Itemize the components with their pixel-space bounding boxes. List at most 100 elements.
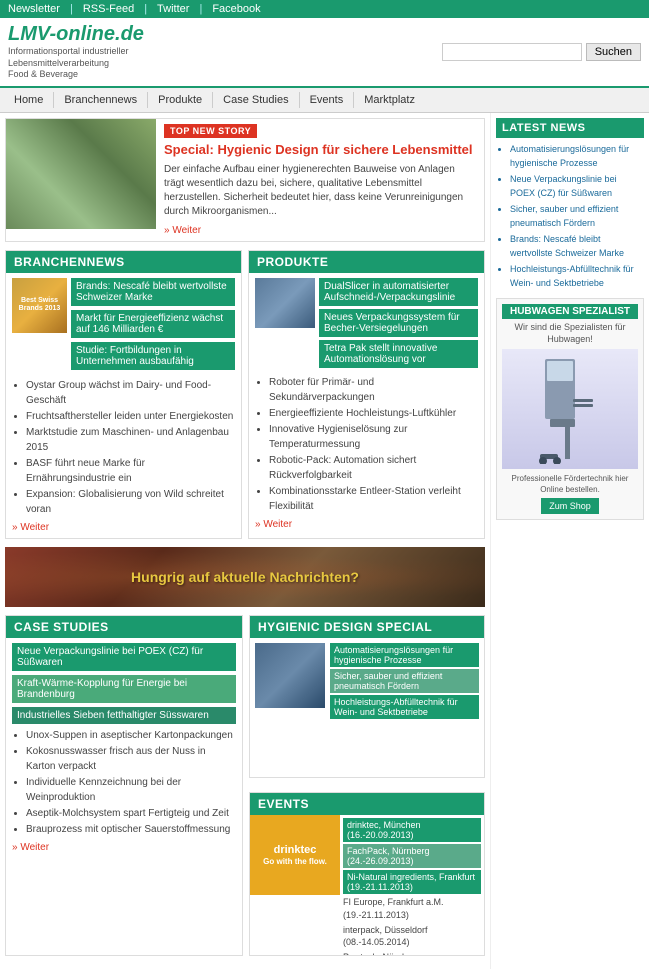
event-plain-3[interactable]: Powtech, Nürnberg (30.09.-02.10.2014) — [343, 951, 481, 956]
search-button[interactable]: Suchen — [586, 43, 641, 61]
produkte-list: Roboter für Primär- und Sekundärverpacku… — [255, 375, 478, 514]
latest-news-item[interactable]: Sicher, sauber und effizient pneumatisch… — [510, 203, 644, 230]
right-lower-col: HYGIENIC DESIGN SPECIAL Automatisierungs… — [249, 615, 485, 956]
branchennews-produkte-row: BRANCHENNEWS Best Swiss Brands 2013 Bran… — [5, 250, 485, 539]
hubwagen-title: HUBWAGEN SPEZIALIST — [502, 304, 638, 319]
hubwagen-icon — [535, 354, 605, 464]
header: LMV-online.de Informationsportal industr… — [0, 18, 649, 88]
hygienic-box: HYGIENIC DESIGN SPECIAL Automatisierungs… — [249, 615, 485, 778]
hubwagen-shop-button[interactable]: Zum Shop — [541, 498, 599, 514]
logo-title[interactable]: LMV-online.de — [8, 23, 168, 46]
case-studies-more[interactable]: Weiter — [12, 842, 236, 853]
list-item[interactable]: Fruchtsafthersteller leiden unter Energi… — [26, 409, 235, 424]
list-item[interactable]: Aseptik-Molchsystem spart Fertigteig und… — [26, 806, 236, 821]
branchennews-highlight-1[interactable]: Brands: Nescafé bleibt wertvollste Schwe… — [71, 278, 235, 306]
featured-text: Der einfache Aufbau einer hygienerechten… — [164, 163, 476, 219]
list-item[interactable]: Oystar Group wächst im Dairy- und Food-G… — [26, 378, 235, 408]
produkte-header: PRODUKTE — [249, 251, 484, 273]
hunger-banner: Hungrig auf aktuelle Nachrichten? — [5, 547, 485, 607]
list-item[interactable]: Kokosnusswasser frisch aus der Nuss in K… — [26, 744, 236, 774]
twitter-link[interactable]: Twitter — [157, 3, 189, 15]
events-list: drinktec, München (16.-20.09.2013) FachP… — [340, 815, 484, 955]
left-content: TOP NEW STORY Special: Hygienic Design f… — [0, 113, 490, 969]
list-item[interactable]: Roboter für Primär- und Sekundärverpacku… — [269, 375, 478, 405]
nav-home[interactable]: Home — [8, 92, 54, 108]
produkte-content: DualSlicer in automatisierter Aufschneid… — [249, 273, 484, 535]
latest-news-item[interactable]: Neue Verpackungslinie bei POEX (CZ) für … — [510, 173, 644, 200]
case-highlight-1[interactable]: Neue Verpackungslinie bei POEX (CZ) für … — [12, 643, 236, 671]
event-highlight-1[interactable]: drinktec, München (16.-20.09.2013) — [343, 818, 481, 842]
hygienic-item-2[interactable]: Sicher, sauber und effizient pneumatisch… — [330, 669, 479, 693]
featured-title: Special: Hygienic Design für sichere Leb… — [164, 142, 476, 159]
branchennews-highlight-2[interactable]: Markt für Energieeffizienz wächst auf 14… — [71, 310, 235, 338]
featured-image — [6, 119, 156, 229]
produkte-more[interactable]: Weiter — [255, 519, 478, 530]
list-item[interactable]: Brauprozess mit optischer Sauerstoffmess… — [26, 822, 236, 837]
produkte-highlight-2[interactable]: Neues Verpackungssystem für Becher-Versi… — [319, 309, 478, 337]
case-highlight-2[interactable]: Kraft-Wärme-Kopplung für Energie bei Bra… — [12, 675, 236, 703]
nav-bar: Home Branchennews Produkte Case Studies … — [0, 88, 649, 113]
facebook-link[interactable]: Facebook — [212, 3, 260, 15]
latest-news-item[interactable]: Automatisierungslösungen für hygienische… — [510, 143, 644, 170]
featured-content: TOP NEW STORY Special: Hygienic Design f… — [156, 119, 484, 241]
hubwagen-image — [502, 349, 638, 469]
search-input[interactable] — [442, 43, 582, 61]
event-plain-1[interactable]: FI Europe, Frankfurt a.M. (19.-21.11.201… — [343, 896, 481, 921]
latest-news-list: Automatisierungslösungen für hygienische… — [496, 143, 644, 290]
event-highlight-2[interactable]: FachPack, Nürnberg (24.-26.09.2013) — [343, 844, 481, 868]
nav-produkte[interactable]: Produkte — [148, 92, 213, 108]
branchennews-image: Best Swiss Brands 2013 — [12, 278, 67, 333]
list-item[interactable]: Innovative Hygieniselösung zur Temperatu… — [269, 422, 478, 452]
list-item[interactable]: Energieeffiziente Hochleistungs-Luftkühl… — [269, 406, 478, 421]
event-plain-2[interactable]: interpack, Düsseldorf (08.-14.05.2014) — [343, 924, 481, 949]
list-item[interactable]: Robotic-Pack: Automation sichert Rückver… — [269, 453, 478, 483]
hubwagen-subtitle: Wir sind die Spezialisten für Hubwagen! — [502, 322, 638, 345]
case-highlight-3[interactable]: Industrielles Sieben fetthaltigter Süssw… — [12, 707, 236, 724]
right-sidebar: LATEST NEWS Automatisierungslösungen für… — [490, 113, 649, 969]
branchennews-list: Oystar Group wächst im Dairy- und Food-G… — [12, 378, 235, 517]
produkte-highlight-3[interactable]: Tetra Pak stellt innovative Automationsl… — [319, 340, 478, 368]
events-box: EVENTS drinktec Go with the flow. drinkt… — [249, 792, 485, 955]
nav-branchennews[interactable]: Branchennews — [54, 92, 148, 108]
branchennews-box: BRANCHENNEWS Best Swiss Brands 2013 Bran… — [5, 250, 242, 539]
featured-read-more[interactable]: Weiter — [164, 225, 201, 236]
branchennews-more[interactable]: Weiter — [12, 522, 235, 533]
nav-case-studies[interactable]: Case Studies — [213, 92, 299, 108]
event-highlight-3[interactable]: Ni-Natural ingredients, Frankfurt (19.-2… — [343, 870, 481, 894]
newsletter-link[interactable]: Newsletter — [8, 3, 60, 15]
nav-marktplatz[interactable]: Marktplatz — [354, 92, 425, 108]
latest-news-item[interactable]: Brands: Nescafé bleibt wertvollste Schwe… — [510, 233, 644, 260]
nav-events[interactable]: Events — [300, 92, 355, 108]
produkte-image — [255, 278, 315, 328]
hygienic-item-1[interactable]: Automatisierungslösungen für hygienische… — [330, 643, 479, 667]
top-bar: Newsletter | RSS-Feed | Twitter | Facebo… — [0, 0, 649, 18]
rss-link[interactable]: RSS-Feed — [83, 3, 134, 15]
hygienic-item-3[interactable]: Hochleistungs-Abfülltechnik für Wein- un… — [330, 695, 479, 719]
logo-subtitle: Informationsportal industrieller Lebensm… — [8, 46, 168, 81]
case-studies-header: CASE STUDIES — [6, 616, 242, 638]
list-item[interactable]: Kombinationsstarke Entleer-Station verle… — [269, 484, 478, 514]
list-item[interactable]: BASF führt neue Marke für Ernährungsindu… — [26, 456, 235, 486]
list-item[interactable]: Unox-Suppen in aseptischer Kartonpackung… — [26, 728, 236, 743]
case-studies-box: CASE STUDIES Neue Verpackungslinie bei P… — [5, 615, 243, 956]
produkte-box: PRODUKTE DualSlicer in automatisierter A… — [248, 250, 485, 539]
main-content: TOP NEW STORY Special: Hygienic Design f… — [0, 113, 649, 969]
latest-news-item[interactable]: Hochleistungs-Abfülltechnik für Wein- un… — [510, 263, 644, 290]
drinktec-title: drinktec — [263, 843, 327, 857]
logo-area: LMV-online.de Informationsportal industr… — [8, 23, 168, 81]
top-new-story-badge: TOP NEW STORY — [164, 124, 257, 138]
list-item[interactable]: Marktstudie zum Maschinen- und Anlagenba… — [26, 425, 235, 455]
hubwagen-ad: HUBWAGEN SPEZIALIST Wir sind die Spezial… — [496, 298, 644, 520]
latest-news-header: LATEST NEWS — [496, 118, 644, 138]
case-studies-content: Neue Verpackungslinie bei POEX (CZ) für … — [6, 638, 242, 858]
hygienic-content: Automatisierungslösungen für hygienische… — [250, 638, 484, 726]
list-item[interactable]: Expansion: Globalisierung von Wild schre… — [26, 487, 235, 517]
events-content: drinktec Go with the flow. drinktec, Mün… — [250, 815, 484, 955]
search-area: Suchen — [442, 43, 641, 61]
branchennews-highlight-3[interactable]: Studie: Fortbildungen in Unternehmen aus… — [71, 342, 235, 370]
case-studies-list: Unox-Suppen in aseptischer Kartonpackung… — [12, 728, 236, 837]
hubwagen-footer: Professionelle Fördertechnik hier Online… — [502, 474, 638, 495]
case-studies-row: CASE STUDIES Neue Verpackungslinie bei P… — [5, 615, 485, 956]
produkte-highlight-1[interactable]: DualSlicer in automatisierter Aufschneid… — [319, 278, 478, 306]
list-item[interactable]: Individuelle Kennzeichnung bei der Weinp… — [26, 775, 236, 805]
